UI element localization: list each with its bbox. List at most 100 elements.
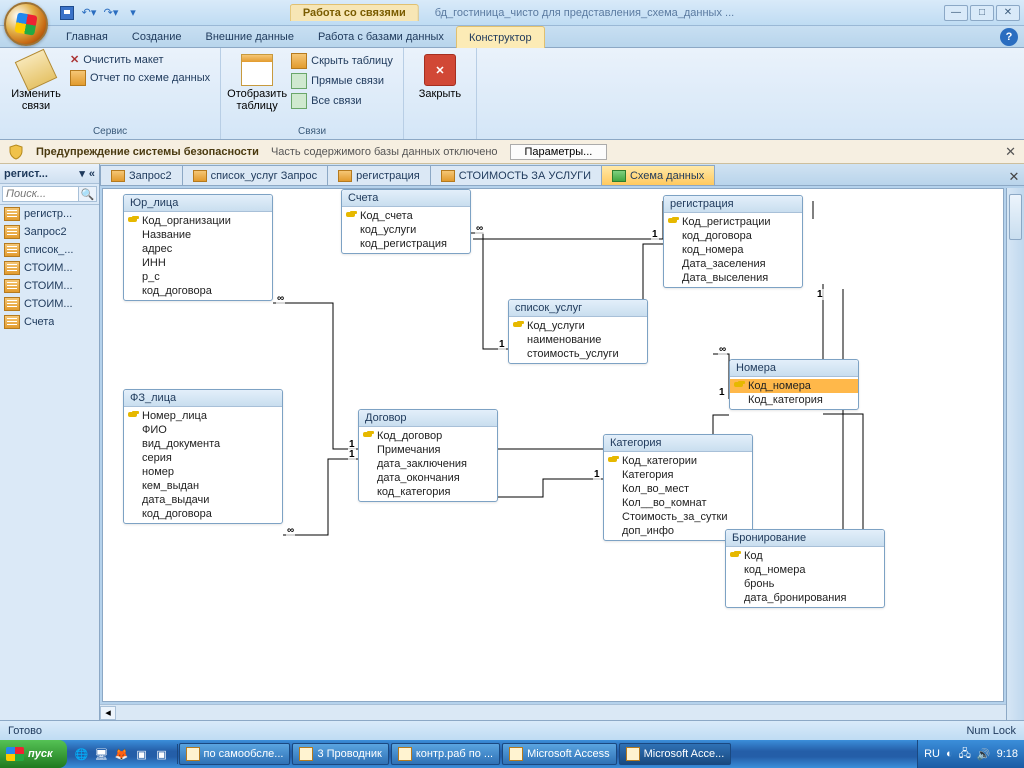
- field-key[interactable]: Код_услуги: [509, 319, 647, 333]
- edit-relationships-button[interactable]: Изменить связи: [8, 52, 64, 114]
- field-key[interactable]: Код_организации: [124, 214, 272, 228]
- field[interactable]: дата_окончания: [359, 471, 497, 485]
- hide-table-button[interactable]: Скрыть таблицу: [289, 52, 395, 70]
- field-key[interactable]: Код: [726, 549, 884, 563]
- field[interactable]: бронь: [726, 577, 884, 591]
- field-key[interactable]: Код_регистрации: [664, 215, 802, 229]
- direct-relationships-button[interactable]: Прямые связи: [289, 72, 395, 90]
- field[interactable]: дата_бронирования: [726, 591, 884, 605]
- doc-tab[interactable]: Запрос2: [100, 165, 183, 185]
- nav-item[interactable]: Счета: [0, 313, 99, 331]
- office-button[interactable]: [4, 2, 48, 46]
- field-key[interactable]: Код_категории: [604, 454, 752, 468]
- nav-item[interactable]: регистр...: [0, 205, 99, 223]
- field[interactable]: вид_документа: [124, 437, 282, 451]
- clock[interactable]: 9:18: [997, 748, 1018, 760]
- field[interactable]: стоимость_услуги: [509, 347, 647, 361]
- table-box[interactable]: регистрация Код_регистрации код_договора…: [663, 195, 803, 288]
- tray-icon[interactable]: 🖧: [959, 745, 971, 764]
- search-input[interactable]: [2, 186, 79, 202]
- table-box[interactable]: Бронирование Код код_номера бронь дата_б…: [725, 529, 885, 608]
- field[interactable]: ИНН: [124, 256, 272, 270]
- chevron-down-icon[interactable]: ▾: [79, 167, 85, 180]
- firefox-icon[interactable]: 🦊: [113, 744, 131, 764]
- field[interactable]: код_договора: [124, 507, 282, 521]
- show-table-button[interactable]: Отобразить таблицу: [229, 52, 285, 114]
- security-options-button[interactable]: Параметры...: [510, 144, 608, 160]
- close-design-button[interactable]: ✕ Закрыть: [412, 52, 468, 102]
- search-icon[interactable]: 🔍: [79, 186, 97, 202]
- vertical-scrollbar[interactable]: [1006, 188, 1024, 720]
- tab-design[interactable]: Конструктор: [456, 26, 545, 48]
- field[interactable]: Дата_заселения: [664, 257, 802, 271]
- help-icon[interactable]: ?: [1000, 28, 1018, 46]
- table-box[interactable]: список_услуг Код_услуги наименование сто…: [508, 299, 648, 364]
- field[interactable]: код_номера: [726, 563, 884, 577]
- doc-tab[interactable]: список_услуг Запрос: [182, 165, 329, 185]
- nav-item[interactable]: СТОИМ...: [0, 277, 99, 295]
- tab-home[interactable]: Главная: [54, 26, 120, 47]
- field[interactable]: код_номера: [664, 243, 802, 257]
- desktop-icon[interactable]: 🖥: [93, 744, 111, 764]
- all-relationships-button[interactable]: Все связи: [289, 92, 395, 110]
- ie-icon[interactable]: 🌐: [73, 744, 91, 764]
- taskbar-item[interactable]: 3 Проводник: [292, 743, 388, 765]
- field-key[interactable]: Номер_лица: [124, 409, 282, 423]
- field[interactable]: Код_категория: [730, 393, 858, 407]
- table-box[interactable]: ФЗ_лица Номер_лица ФИО вид_документа сер…: [123, 389, 283, 524]
- field[interactable]: Кол_во_мест: [604, 482, 752, 496]
- close-button[interactable]: ✕: [996, 5, 1020, 21]
- app-icon[interactable]: ▣: [153, 744, 171, 764]
- doc-tab-active[interactable]: Схема данных: [601, 165, 715, 185]
- undo-icon[interactable]: ↶▾: [80, 4, 98, 22]
- nav-header[interactable]: регист... ▾ «: [0, 164, 99, 184]
- field[interactable]: Дата_выселения: [664, 271, 802, 285]
- field[interactable]: р_с: [124, 270, 272, 284]
- field[interactable]: серия: [124, 451, 282, 465]
- maximize-button[interactable]: □: [970, 5, 994, 21]
- tray-icon[interactable]: ◐: [946, 748, 953, 760]
- table-box[interactable]: Договор Код_договор Примечания дата_закл…: [358, 409, 498, 502]
- app-icon[interactable]: ▣: [133, 744, 151, 764]
- minimize-button[interactable]: —: [944, 5, 968, 21]
- table-box[interactable]: Номера Код_номера Код_категория: [729, 359, 859, 410]
- taskbar-item-active[interactable]: Microsoft Acce...: [619, 743, 732, 765]
- language-indicator[interactable]: RU: [924, 748, 940, 760]
- field[interactable]: адрес: [124, 242, 272, 256]
- redo-icon[interactable]: ↷▾: [102, 4, 120, 22]
- qat-dropdown-icon[interactable]: ▾: [124, 4, 142, 22]
- field[interactable]: код_регистрация: [342, 237, 470, 251]
- relationship-report-button[interactable]: Отчет по схеме данных: [68, 69, 212, 87]
- table-box[interactable]: Юр_лица Код_организации Название адрес И…: [123, 194, 273, 301]
- field[interactable]: дата_заключения: [359, 457, 497, 471]
- nav-item[interactable]: СТОИМ...: [0, 295, 99, 313]
- doc-tab[interactable]: регистрация: [327, 165, 431, 185]
- scrollbar-thumb[interactable]: [1009, 194, 1022, 240]
- nav-item[interactable]: Запрос2: [0, 223, 99, 241]
- tab-external[interactable]: Внешние данные: [194, 26, 306, 47]
- security-close-icon[interactable]: ✕: [1005, 144, 1016, 160]
- horizontal-scrollbar[interactable]: ◂ ▸: [100, 704, 1024, 720]
- field-key-selected[interactable]: Код_номера: [730, 379, 858, 393]
- nav-item[interactable]: СТОИМ...: [0, 259, 99, 277]
- taskbar-item[interactable]: Microsoft Access: [502, 743, 617, 765]
- field-key[interactable]: Код_договор: [359, 429, 497, 443]
- field[interactable]: Примечания: [359, 443, 497, 457]
- field[interactable]: код_категория: [359, 485, 497, 499]
- scroll-left-icon[interactable]: ◂: [100, 706, 116, 720]
- field[interactable]: код_договора: [124, 284, 272, 298]
- field[interactable]: Категория: [604, 468, 752, 482]
- clear-layout-button[interactable]: ✕Очистить макет: [68, 52, 212, 67]
- field[interactable]: наименование: [509, 333, 647, 347]
- save-icon[interactable]: [58, 4, 76, 22]
- relationships-canvas[interactable]: ∞ 1 ∞ 1 ∞ 1 ∞ 1 ∞ 1 1 ∞ 1 ∞ 1 Юр_лица Ко…: [102, 188, 1004, 702]
- field[interactable]: код_договора: [664, 229, 802, 243]
- field[interactable]: дата_выдачи: [124, 493, 282, 507]
- table-box[interactable]: Счета Код_счета код_услуги код_регистрац…: [341, 189, 471, 254]
- field[interactable]: ФИО: [124, 423, 282, 437]
- tray-icon[interactable]: 🔊: [977, 748, 991, 761]
- table-box[interactable]: Категория Код_категории Категория Кол_во…: [603, 434, 753, 541]
- start-button[interactable]: пуск: [0, 740, 67, 768]
- field[interactable]: Кол__во_комнат: [604, 496, 752, 510]
- field[interactable]: Название: [124, 228, 272, 242]
